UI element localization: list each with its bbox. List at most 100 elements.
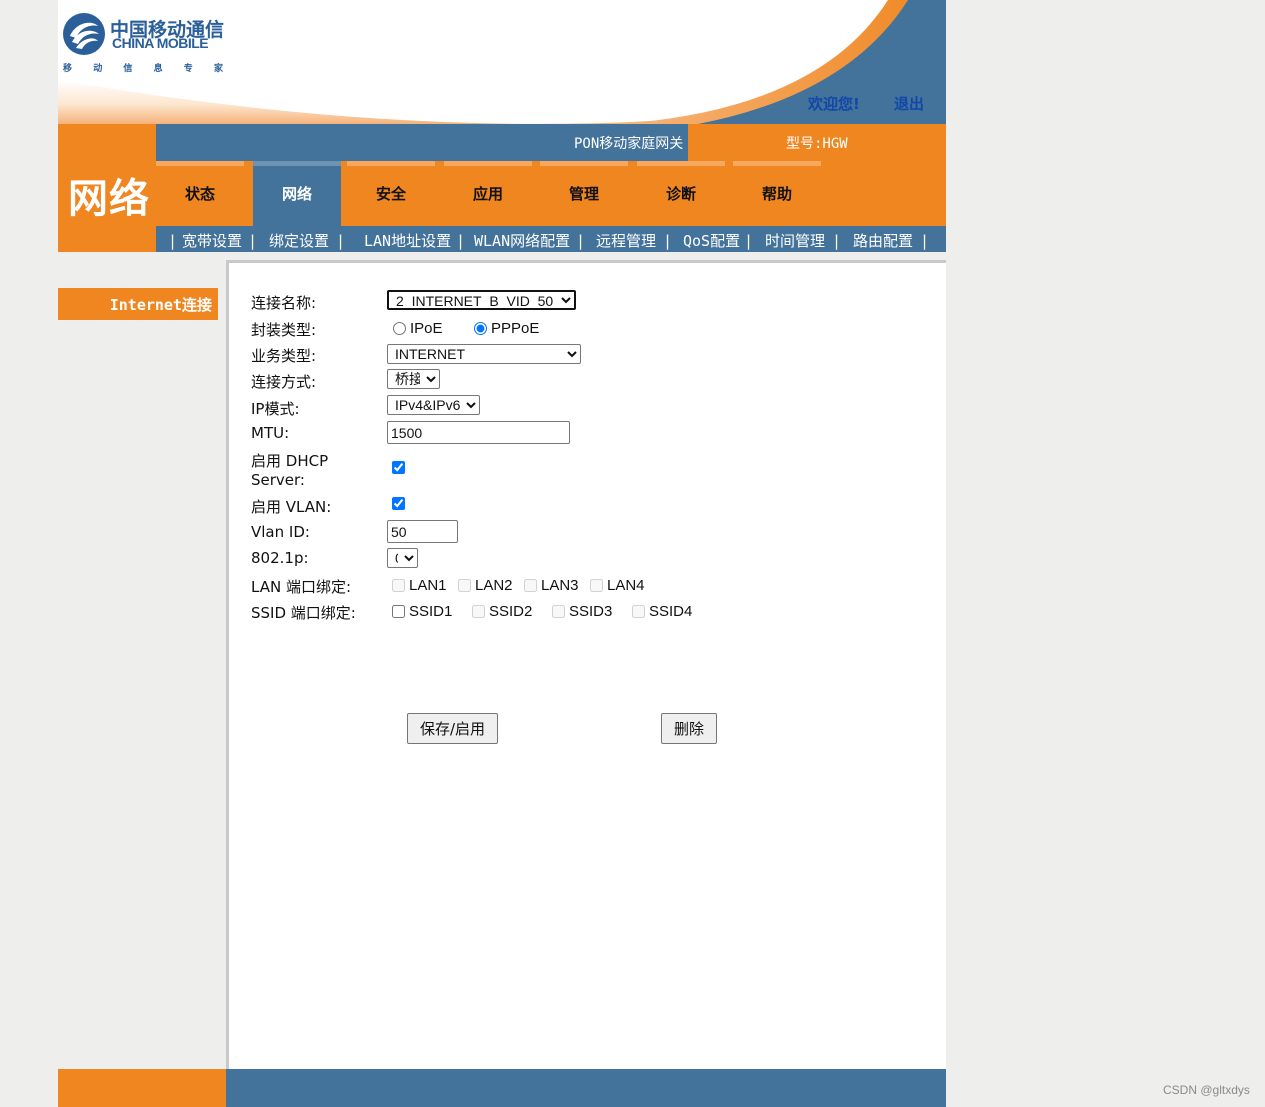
dhcp-server-label-line2: Server: <box>251 471 305 489</box>
encap-pppoe-label: PPPoE <box>491 320 540 337</box>
logo-tagline: 移 动 信 息 专 家 <box>63 61 223 74</box>
lan1-option[interactable]: LAN1 <box>392 577 447 594</box>
encap-type-label: 封装类型: <box>251 321 317 339</box>
sidebar-item-internet-connection[interactable]: Internet连接 <box>58 288 218 320</box>
lan3-label: LAN3 <box>541 577 579 594</box>
subnav-time-management[interactable]: 时间管理 <box>765 226 825 256</box>
vlan-enable-option[interactable] <box>392 497 409 510</box>
connection-name-label: 连接名称: <box>251 294 317 312</box>
ssid4-checkbox[interactable] <box>632 605 645 618</box>
ip-mode-label: IP模式: <box>251 400 300 418</box>
csdn-watermark: CSDN @gltxdys <box>1163 1083 1250 1097</box>
subnav-separator: | <box>456 232 466 250</box>
tab-diagnosis[interactable]: 诊断 <box>637 161 725 226</box>
subnav-separator: | <box>744 232 754 250</box>
connection-mode-label: 连接方式: <box>251 373 317 391</box>
tab-help[interactable]: 帮助 <box>733 161 821 226</box>
encap-ipoe-option[interactable]: IPoE <box>393 320 443 337</box>
encap-ipoe-label: IPoE <box>410 320 443 337</box>
ssid2-label: SSID2 <box>489 603 533 620</box>
subnav-separator: | <box>663 232 673 250</box>
subnav-separator: | <box>920 232 930 250</box>
vlan-enable-label: 启用 VLAN: <box>251 498 332 516</box>
mtu-input[interactable] <box>387 421 570 444</box>
logout-link[interactable]: 退出 <box>894 93 924 114</box>
ssid1-option[interactable]: SSID1 <box>392 603 452 620</box>
service-type-select[interactable]: INTERNET <box>387 344 581 364</box>
ssid3-option[interactable]: SSID3 <box>552 603 612 620</box>
dhcp-server-checkbox[interactable] <box>392 461 405 474</box>
lan2-option[interactable]: LAN2 <box>458 577 513 594</box>
subnav-lan-address[interactable]: LAN地址设置 <box>364 226 451 256</box>
tab-management[interactable]: 管理 <box>540 161 628 226</box>
subnav-binding[interactable]: 绑定设置 <box>269 226 329 256</box>
ssid1-checkbox[interactable] <box>392 605 405 618</box>
ssid3-checkbox[interactable] <box>552 605 565 618</box>
lan4-option[interactable]: LAN4 <box>590 577 645 594</box>
subnav-separator: | <box>248 232 258 250</box>
dhcp-server-label-line1: 启用 DHCP <box>251 452 329 470</box>
subnav-wlan[interactable]: WLAN网络配置 <box>474 226 570 256</box>
lan3-checkbox[interactable] <box>524 579 537 592</box>
logo-tagline-char: 动 <box>93 64 103 74</box>
china-mobile-logo: 中国移动通信 CHINA MOBILE 移 动 信 息 专 家 <box>62 12 232 76</box>
delete-button[interactable]: 删除 <box>661 713 718 744</box>
lan3-option[interactable]: LAN3 <box>524 577 579 594</box>
ssid-binding-label: SSID 端口绑定: <box>251 604 356 622</box>
footer-right-bar <box>226 1069 946 1107</box>
section-title: 网络 <box>68 176 150 222</box>
vlan-enable-checkbox[interactable] <box>392 497 405 510</box>
ssid4-option[interactable]: SSID4 <box>632 603 692 620</box>
mtu-label: MTU: <box>251 424 290 442</box>
device-name: PON移动家庭网关 <box>574 136 684 152</box>
logo-tagline-char: 家 <box>213 64 223 74</box>
device-model: 型号:HGW <box>786 136 848 152</box>
vlan-id-label: Vlan ID: <box>251 523 310 541</box>
subnav-remote-management[interactable]: 远程管理 <box>596 226 656 256</box>
content-panel <box>226 260 946 1069</box>
tab-security[interactable]: 安全 <box>347 161 435 226</box>
lan2-label: LAN2 <box>475 577 513 594</box>
connection-mode-select[interactable]: 桥接 <box>387 369 440 389</box>
tab-status[interactable]: 状态 <box>156 161 244 226</box>
dot1p-label: 802.1p: <box>251 549 309 567</box>
logo-tagline-char: 专 <box>183 64 193 74</box>
ssid4-label: SSID4 <box>649 603 693 620</box>
lan4-label: LAN4 <box>607 577 645 594</box>
sidebar: Internet连接 <box>58 252 226 1069</box>
subnav-separator: | <box>336 232 346 250</box>
lan4-checkbox[interactable] <box>590 579 603 592</box>
encap-pppoe-radio[interactable] <box>474 322 487 335</box>
logo-tagline-char: 移 <box>63 64 73 74</box>
footer-left-bar <box>58 1069 226 1107</box>
save-apply-button[interactable]: 保存/启用 <box>407 713 499 744</box>
tab-network[interactable]: 网络 <box>253 161 341 226</box>
tab-application[interactable]: 应用 <box>444 161 532 226</box>
logo-english-text: CHINA MOBILE <box>112 35 209 51</box>
welcome-text: 欢迎您! <box>808 95 860 113</box>
lan2-checkbox[interactable] <box>458 579 471 592</box>
subnav-separator: | <box>576 232 586 250</box>
ssid2-option[interactable]: SSID2 <box>472 603 532 620</box>
lan1-checkbox[interactable] <box>392 579 405 592</box>
connection-name-select[interactable]: 2_INTERNET_B_VID_50 <box>387 290 576 310</box>
subnav-qos[interactable]: QoS配置 <box>683 226 740 256</box>
logo-tagline-char: 信 <box>123 64 133 74</box>
subnav-separator: | <box>832 232 842 250</box>
ssid3-label: SSID3 <box>569 603 613 620</box>
ssid1-label: SSID1 <box>409 603 453 620</box>
encap-pppoe-option[interactable]: PPPoE <box>474 320 539 337</box>
subnav-routing[interactable]: 路由配置 <box>853 226 913 256</box>
dhcp-server-option[interactable] <box>392 461 409 474</box>
ssid2-checkbox[interactable] <box>472 605 485 618</box>
ip-mode-select[interactable]: IPv4&IPv6 <box>387 395 480 415</box>
encap-ipoe-radio[interactable] <box>393 322 406 335</box>
dot1p-select[interactable]: 0 <box>387 548 418 568</box>
vlan-id-input[interactable] <box>387 520 458 543</box>
dhcp-server-label: 启用 DHCP Server: <box>251 452 328 490</box>
logo-tagline-char: 息 <box>153 64 163 74</box>
china-mobile-logo-icon <box>63 13 105 55</box>
lan-binding-label: LAN 端口绑定: <box>251 578 352 596</box>
router-admin-page: 中国移动通信 CHINA MOBILE 移 动 信 息 专 家 欢迎您! 退出 … <box>58 0 946 1107</box>
lan1-label: LAN1 <box>409 577 447 594</box>
